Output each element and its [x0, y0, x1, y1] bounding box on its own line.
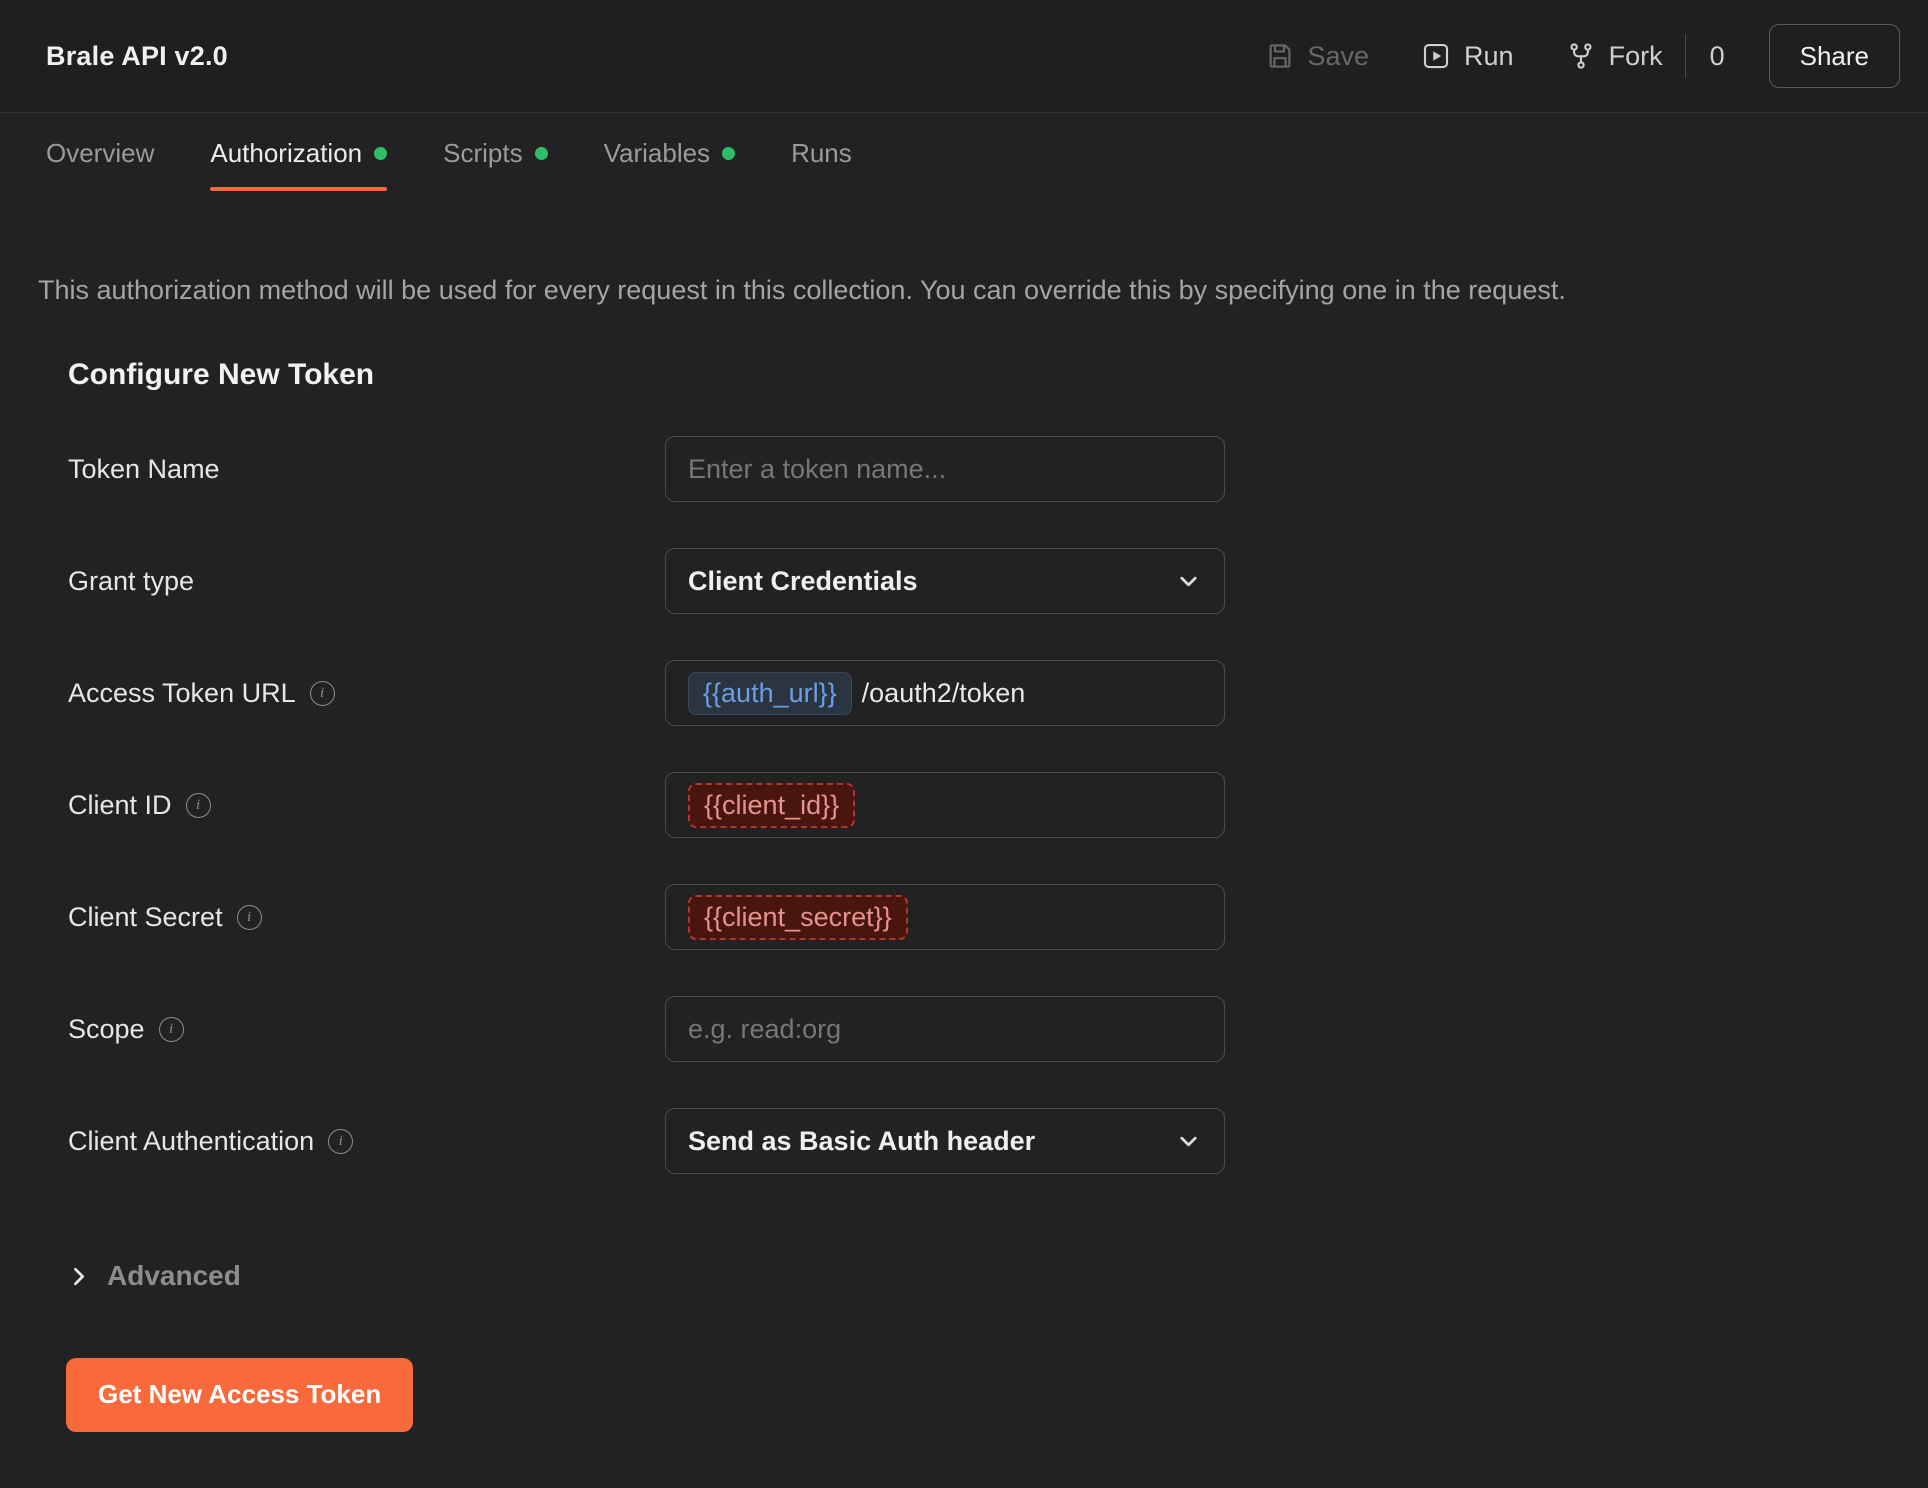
- tab-authorization-label: Authorization: [210, 137, 363, 168]
- run-label: Run: [1464, 40, 1514, 71]
- status-dot: [534, 146, 548, 160]
- grant-type-select[interactable]: Client Credentials: [665, 548, 1225, 614]
- grant-type-row: Grant type Client Credentials: [68, 548, 1928, 614]
- share-button[interactable]: Share: [1768, 24, 1900, 88]
- chevron-right-icon: [66, 1264, 91, 1289]
- client-id-label: Client ID i: [68, 790, 665, 821]
- client-secret-variable-pill[interactable]: {{client_secret}}: [688, 894, 908, 940]
- chevron-down-icon: [1175, 568, 1202, 595]
- collection-title: Brale API v2.0: [46, 40, 228, 71]
- client-authentication-label-text: Client Authentication: [68, 1125, 315, 1156]
- client-id-label-text: Client ID: [68, 789, 172, 820]
- save-icon: [1265, 41, 1295, 71]
- tab-overview-label: Overview: [46, 137, 155, 168]
- client-authentication-select[interactable]: Send as Basic Auth header: [665, 1108, 1225, 1174]
- client-secret-label: Client Secret i: [68, 902, 665, 933]
- tab-runs[interactable]: Runs: [791, 113, 852, 193]
- client-secret-label-text: Client Secret: [68, 901, 223, 932]
- token-name-input[interactable]: [665, 436, 1225, 502]
- tab-scripts-label: Scripts: [443, 137, 523, 168]
- client-authentication-row: Client Authentication i Send as Basic Au…: [68, 1108, 1928, 1174]
- status-dot: [722, 146, 736, 160]
- section-title: Configure New Token: [68, 358, 375, 391]
- collection-header: Brale API v2.0 Save Run Fork 0 Share: [0, 0, 1928, 113]
- access-token-url-row: Access Token URL i {{auth_url}} /oauth2/…: [68, 660, 1928, 726]
- client-id-input[interactable]: {{client_id}}: [665, 772, 1225, 838]
- grant-type-value: Client Credentials: [688, 565, 918, 596]
- authorization-panel: This authorization method will be used f…: [0, 275, 1928, 1432]
- advanced-toggle[interactable]: Advanced: [66, 1260, 241, 1292]
- info-icon[interactable]: i: [185, 792, 211, 818]
- advanced-label: Advanced: [107, 1260, 241, 1291]
- client-authentication-value: Send as Basic Auth header: [688, 1125, 1036, 1156]
- access-token-url-label-text: Access Token URL: [68, 677, 296, 708]
- client-secret-row: Client Secret i {{client_secret}}: [68, 884, 1928, 950]
- chevron-down-icon: [1175, 1128, 1202, 1155]
- get-new-access-token-button[interactable]: Get New Access Token: [66, 1357, 414, 1432]
- auth-url-variable-pill[interactable]: {{auth_url}}: [688, 671, 852, 715]
- save-label: Save: [1307, 40, 1370, 71]
- scope-label: Scope i: [68, 1014, 665, 1045]
- token-config-form: Token Name Grant type Client Credentials…: [68, 436, 1928, 1174]
- tab-scripts[interactable]: Scripts: [443, 113, 548, 193]
- client-id-variable-pill[interactable]: {{client_id}}: [688, 782, 856, 828]
- client-authentication-label: Client Authentication i: [68, 1126, 665, 1157]
- tab-runs-label: Runs: [791, 137, 852, 168]
- tab-authorization[interactable]: Authorization: [210, 113, 388, 193]
- scope-row: Scope i: [68, 996, 1928, 1062]
- info-icon[interactable]: i: [236, 904, 262, 930]
- save-button[interactable]: Save: [1265, 40, 1370, 72]
- auth-description: This authorization method will be used f…: [38, 275, 1566, 305]
- grant-type-label: Grant type: [68, 565, 195, 596]
- tab-overview[interactable]: Overview: [46, 113, 154, 193]
- client-secret-input[interactable]: {{client_secret}}: [665, 884, 1225, 950]
- tab-variables-label: Variables: [603, 137, 711, 168]
- access-token-url-input[interactable]: {{auth_url}} /oauth2/token: [665, 660, 1225, 726]
- fork-icon: [1566, 41, 1596, 71]
- info-icon[interactable]: i: [328, 1128, 354, 1154]
- collection-tabs: Overview Authorization Scripts Variables…: [0, 113, 1928, 193]
- status-dot: [374, 146, 388, 160]
- access-token-url-path: /oauth2/token: [861, 677, 1026, 708]
- scope-input[interactable]: [665, 996, 1225, 1062]
- info-icon[interactable]: i: [158, 1016, 184, 1042]
- fork-count[interactable]: 0: [1684, 34, 1725, 78]
- fork-button[interactable]: Fork: [1566, 41, 1663, 72]
- run-icon: [1421, 41, 1451, 71]
- fork-label: Fork: [1608, 40, 1663, 71]
- run-button[interactable]: Run: [1421, 41, 1514, 72]
- token-name-row: Token Name: [68, 436, 1928, 502]
- info-icon[interactable]: i: [309, 680, 335, 706]
- access-token-url-label: Access Token URL i: [68, 678, 665, 709]
- tab-variables[interactable]: Variables: [603, 113, 736, 193]
- token-name-label: Token Name: [68, 453, 220, 484]
- header-actions: Save Run Fork 0 Share: [1265, 24, 1900, 88]
- client-id-row: Client ID i {{client_id}}: [68, 772, 1928, 838]
- scope-label-text: Scope: [68, 1013, 145, 1044]
